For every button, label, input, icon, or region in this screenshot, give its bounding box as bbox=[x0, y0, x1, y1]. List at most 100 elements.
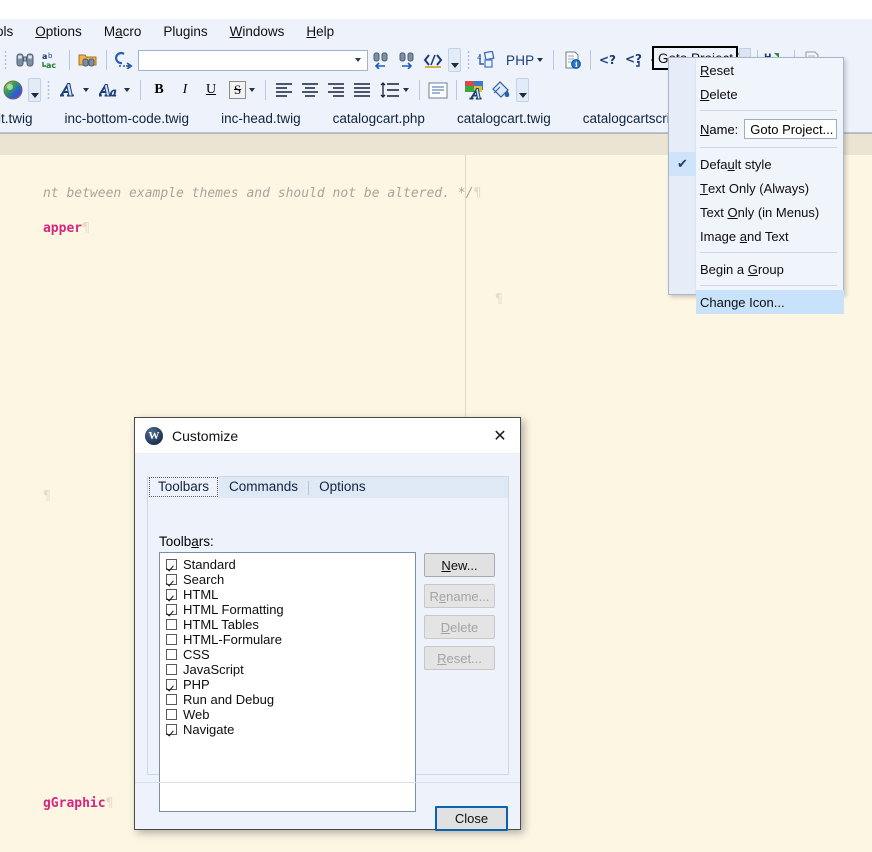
dialog-body: Toolbars Commands Options Toolbars: Stan… bbox=[135, 454, 520, 831]
menu-plugins[interactable]: Plugins bbox=[152, 20, 218, 44]
context-menu-item-text-only-always[interactable]: Text Only (Always) bbox=[669, 176, 843, 200]
file-tab-2[interactable]: inc-head.twig bbox=[205, 107, 317, 130]
chevron-down-icon[interactable] bbox=[249, 88, 256, 92]
list-item[interactable]: HTML Formatting bbox=[160, 602, 415, 617]
svg-text:ac: ac bbox=[46, 61, 56, 69]
list-item[interactable]: Web bbox=[160, 707, 415, 722]
context-menu-item-change-icon[interactable]: Change Icon... bbox=[696, 290, 844, 314]
list-item[interactable]: Standard bbox=[160, 557, 415, 572]
context-menu-item-delete[interactable]: Delete bbox=[669, 82, 843, 106]
delete-toolbar-button[interactable]: Delete bbox=[424, 615, 495, 639]
php-open-close-tag-icon[interactable]: <? bbox=[623, 48, 647, 72]
chevron-down-icon[interactable] bbox=[537, 58, 544, 62]
context-menu-item-text-only-menus[interactable]: Text Only (in Menus) bbox=[669, 200, 843, 224]
checkbox-icon[interactable] bbox=[166, 649, 177, 660]
checkbox-icon[interactable] bbox=[166, 604, 177, 615]
strikethrough-button[interactable]: S bbox=[225, 78, 259, 102]
fill-color-icon[interactable] bbox=[489, 78, 513, 102]
context-menu-item-default-style[interactable]: ✔ Default style bbox=[669, 152, 843, 176]
align-center-icon[interactable] bbox=[298, 78, 322, 102]
toolbar-grip-search[interactable] bbox=[2, 49, 10, 71]
bold-button[interactable]: B bbox=[147, 78, 171, 102]
paragraph-format-icon[interactable] bbox=[426, 78, 450, 102]
new-toolbar-button[interactable]: New... bbox=[424, 553, 495, 577]
align-right-icon[interactable] bbox=[324, 78, 348, 102]
context-menu-item-image-and-text[interactable]: Image and Text bbox=[669, 224, 843, 248]
php-open-tag-icon[interactable]: <? bbox=[597, 48, 621, 72]
tab-commands[interactable]: Commands bbox=[219, 476, 308, 498]
file-tab-3[interactable]: catalogcart.php bbox=[317, 107, 441, 130]
chevron-down-icon[interactable] bbox=[403, 88, 410, 92]
dialog-title-bar[interactable]: W Customize ✕ bbox=[135, 418, 520, 454]
menu-options[interactable]: Options bbox=[24, 20, 93, 44]
font-icon[interactable]: A bbox=[56, 78, 93, 102]
context-menu-item-reset[interactable]: Reset bbox=[669, 58, 843, 82]
name-input[interactable]: Goto Project... bbox=[744, 119, 837, 139]
checkbox-icon[interactable] bbox=[166, 724, 177, 735]
menu-windows[interactable]: Windows bbox=[219, 20, 296, 44]
chevron-down-icon[interactable] bbox=[124, 88, 130, 92]
menu-tools[interactable]: ols bbox=[0, 20, 24, 44]
list-item[interactable]: HTML bbox=[160, 587, 415, 602]
php-dropdown-button[interactable]: PHP bbox=[502, 48, 547, 72]
goto-line-icon[interactable] bbox=[113, 48, 137, 72]
checkbox-icon[interactable] bbox=[166, 619, 177, 630]
close-button[interactable]: Close bbox=[435, 806, 508, 831]
checkbox-icon[interactable] bbox=[166, 574, 177, 585]
chevron-down-icon[interactable] bbox=[355, 58, 361, 62]
close-glyph: ✕ bbox=[493, 427, 507, 445]
align-justify-icon[interactable] bbox=[350, 78, 374, 102]
list-item[interactable]: Navigate bbox=[160, 722, 415, 737]
context-menu-item-label: Text Only (in Menus) bbox=[700, 204, 820, 220]
binoculars-icon[interactable] bbox=[13, 48, 37, 72]
line-spacing-icon[interactable] bbox=[376, 78, 413, 102]
checkbox-icon[interactable] bbox=[166, 664, 177, 675]
file-tab-1[interactable]: inc-bottom-code.twig bbox=[49, 107, 206, 130]
checkbox-icon[interactable] bbox=[166, 694, 177, 705]
list-item[interactable]: HTML-Formulare bbox=[160, 632, 415, 647]
underline-button[interactable]: U bbox=[199, 78, 223, 102]
tab-options[interactable]: Options bbox=[309, 476, 376, 498]
find-replace-icon[interactable]: a b ac bbox=[39, 48, 63, 72]
list-item[interactable]: PHP bbox=[160, 677, 415, 692]
checkbox-icon[interactable] bbox=[166, 634, 177, 645]
text-color-icon[interactable]: A bbox=[463, 78, 487, 102]
checkbox-icon[interactable] bbox=[166, 559, 177, 570]
toolbar-overflow-button-formatting[interactable] bbox=[516, 78, 530, 102]
find-next-icon[interactable] bbox=[395, 48, 419, 72]
reset-toolbar-button[interactable]: Reset... bbox=[424, 646, 495, 670]
list-item[interactable]: Search bbox=[160, 572, 415, 587]
tab-toolbars[interactable]: Toolbars bbox=[148, 476, 220, 498]
italic-button[interactable]: I bbox=[173, 78, 197, 102]
find-previous-icon[interactable] bbox=[369, 48, 393, 72]
toolbar-grip-php[interactable] bbox=[465, 49, 473, 71]
align-left-icon[interactable] bbox=[272, 78, 296, 102]
file-tab-4[interactable]: catalogcart.twig bbox=[441, 107, 567, 130]
list-item[interactable]: HTML Tables bbox=[160, 617, 415, 632]
checkbox-icon[interactable] bbox=[166, 589, 177, 600]
menu-help[interactable]: Help bbox=[295, 20, 345, 44]
document-info-icon[interactable]: i bbox=[560, 48, 584, 72]
svg-text:A: A bbox=[469, 87, 482, 100]
menu-macro[interactable]: Macro bbox=[93, 20, 153, 44]
list-item[interactable]: CSS bbox=[160, 647, 415, 662]
toolbar-overflow-button-colors[interactable] bbox=[28, 78, 41, 102]
font-style-icon[interactable]: Aa bbox=[95, 78, 134, 102]
context-menu-item-begin-group[interactable]: Begin a Group bbox=[669, 257, 843, 281]
list-item[interactable]: JavaScript bbox=[160, 662, 415, 677]
find-in-folder-icon[interactable] bbox=[76, 48, 100, 72]
php-block-icon[interactable]: 4 bbox=[476, 48, 500, 72]
toolbar-grip-formatting[interactable] bbox=[45, 79, 53, 101]
search-input[interactable] bbox=[138, 49, 368, 71]
toolbars-list[interactable]: Standard Search HTML HTML Formatting HTM… bbox=[159, 552, 416, 812]
file-tab-0[interactable]: lt.twig bbox=[0, 107, 49, 130]
close-icon[interactable]: ✕ bbox=[486, 422, 514, 450]
find-selected-icon[interactable] bbox=[421, 48, 445, 72]
color-wheel-icon[interactable] bbox=[1, 78, 25, 102]
chevron-down-icon[interactable] bbox=[83, 88, 89, 92]
checkbox-icon[interactable] bbox=[166, 679, 177, 690]
rename-toolbar-button[interactable]: Rename... bbox=[424, 584, 495, 608]
list-item[interactable]: Run and Debug bbox=[160, 692, 415, 707]
toolbar-overflow-button[interactable] bbox=[448, 48, 461, 72]
checkbox-icon[interactable] bbox=[166, 709, 177, 720]
